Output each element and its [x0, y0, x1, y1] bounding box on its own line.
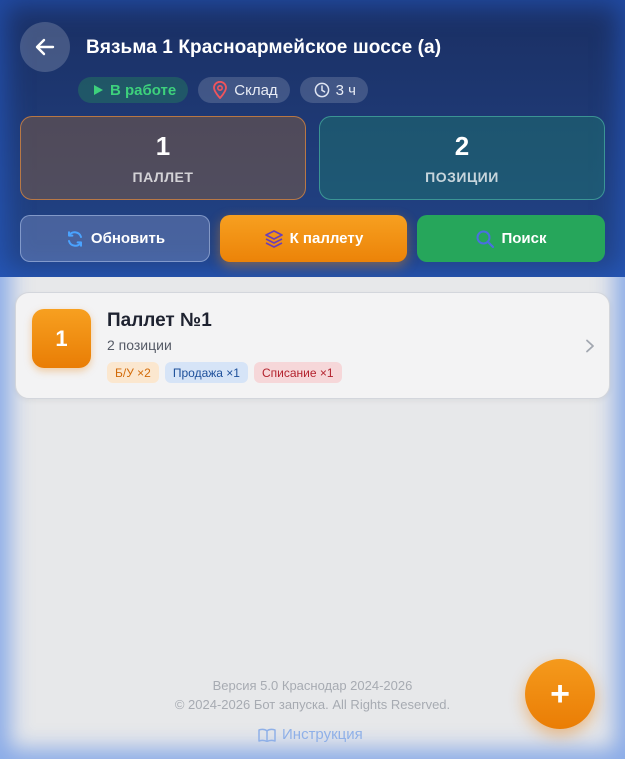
pallet-count-label: ПАЛЛЕТ	[132, 169, 194, 185]
pallet-tags: Б/У ×2 Продажа ×1 Списание ×1	[107, 362, 342, 383]
to-pallet-button[interactable]: К паллету	[220, 215, 407, 262]
play-icon	[94, 85, 103, 95]
to-pallet-label: К паллету	[289, 230, 364, 247]
header: Вязьма 1 Красноармейское шоссе (а) В раб…	[0, 0, 625, 277]
plus-icon: +	[550, 674, 570, 713]
position-count-value: 2	[454, 131, 470, 161]
refresh-button[interactable]: Обновить	[20, 215, 210, 262]
status-badge: В работе	[78, 77, 189, 103]
pallet-subtitle: 2 позиции	[107, 337, 172, 353]
time-label: 3 ч	[335, 81, 356, 99]
app-screen: Вязьма 1 Красноармейское шоссе (а) В раб…	[0, 0, 625, 759]
refresh-icon	[67, 230, 82, 247]
pallet-count-value: 1	[155, 131, 171, 161]
chevron-right-icon	[586, 339, 594, 353]
add-button[interactable]: +	[525, 659, 595, 729]
search-label: Поиск	[501, 230, 547, 247]
instructions-label: Инструкция	[282, 726, 363, 743]
status-label: В работе	[110, 81, 177, 99]
refresh-label: Обновить	[90, 230, 166, 247]
back-arrow-icon	[35, 38, 55, 56]
tag-write-off: Списание ×1	[253, 362, 342, 383]
location-label: Склад	[234, 81, 278, 99]
pallet-number-badge: 1	[32, 309, 91, 368]
instructions-link[interactable]: Инструкция	[258, 726, 363, 743]
page-title: Вязьма 1 Красноармейское шоссе (а)	[86, 37, 442, 58]
time-badge: 3 ч	[299, 77, 368, 103]
tag-sale: Продажа ×1	[164, 362, 248, 383]
position-count-label: ПОЗИЦИИ	[425, 169, 499, 185]
header-chips: В работе Склад 3 ч	[78, 77, 368, 103]
pallet-card[interactable]: 1 Паллет №1 2 позиции Б/У ×2 Продажа ×1 …	[15, 292, 610, 399]
clock-icon	[314, 82, 330, 98]
layers-icon	[264, 229, 283, 248]
position-count-card: 2 ПОЗИЦИИ	[319, 116, 605, 200]
pallet-title: Паллет №1	[107, 310, 212, 331]
book-icon	[258, 728, 276, 742]
tag-used: Б/У ×2	[107, 362, 159, 383]
location-pin-icon	[213, 81, 228, 99]
search-icon	[476, 230, 495, 248]
pallet-count-card: 1 ПАЛЛЕТ	[20, 116, 306, 200]
search-button[interactable]: Поиск	[417, 215, 605, 262]
back-button[interactable]	[20, 22, 70, 72]
location-badge: Склад	[198, 77, 290, 103]
